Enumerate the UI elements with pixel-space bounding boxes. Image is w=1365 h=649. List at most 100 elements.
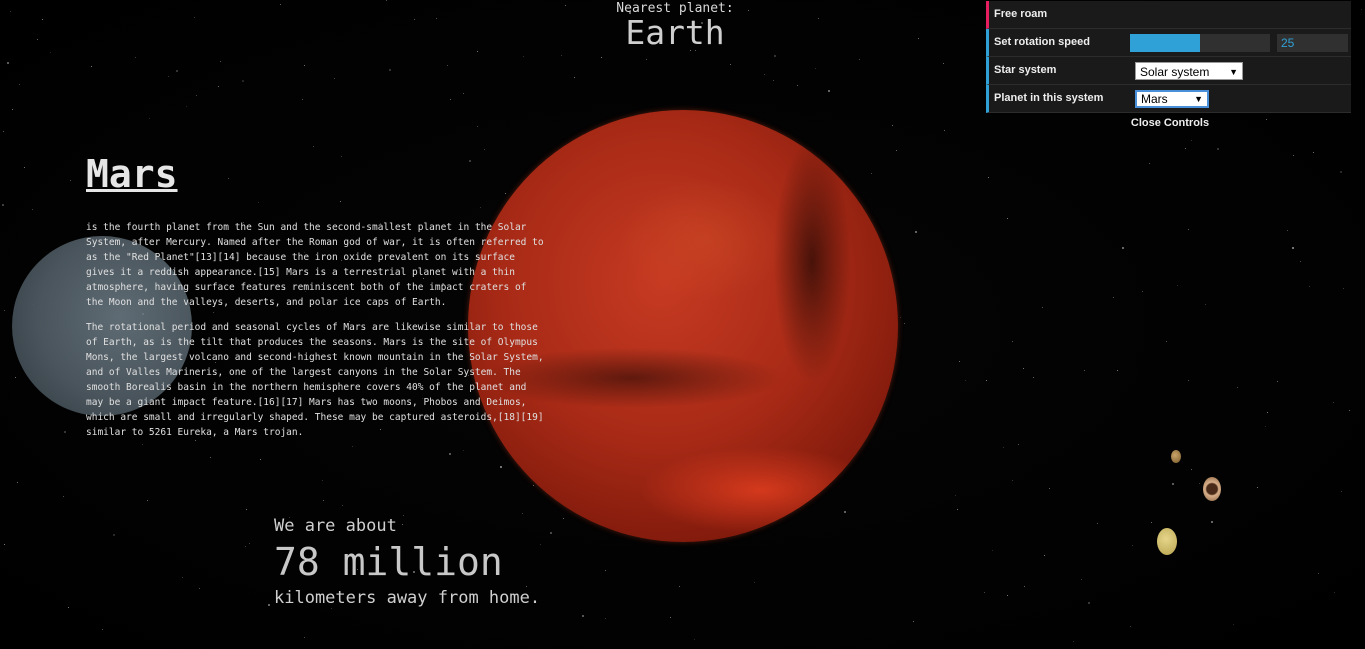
star (896, 150, 897, 151)
moon-3[interactable] (1157, 528, 1177, 555)
star (147, 500, 148, 501)
distance-prefix: We are about (274, 516, 397, 536)
dropdown-arrow-icon: ▼ (1229, 67, 1238, 77)
star (1340, 171, 1342, 173)
star (19, 84, 20, 85)
star (1132, 545, 1133, 546)
star (774, 55, 776, 57)
star (10, 11, 11, 12)
star (1081, 579, 1082, 580)
star (91, 66, 92, 67)
star (1042, 307, 1043, 308)
star (1149, 163, 1150, 164)
star (1233, 624, 1234, 625)
distance-amount: 78 million (274, 540, 503, 584)
star (304, 65, 305, 66)
star (341, 156, 342, 157)
star (210, 457, 211, 458)
star (17, 482, 18, 483)
rotation-speed-slider[interactable] (1130, 34, 1270, 52)
star (1205, 304, 1206, 305)
star (1333, 402, 1334, 403)
star (959, 361, 960, 362)
planet-select-label: Planet in this system (994, 92, 1104, 104)
close-controls-button[interactable]: Close Controls (989, 113, 1351, 133)
star (533, 485, 534, 486)
star (1012, 341, 1013, 342)
rotation-speed-row: Set rotation speed 25 (986, 29, 1351, 57)
star (563, 518, 564, 519)
star (1349, 410, 1350, 411)
star-system-select[interactable]: Solar system ▼ (1135, 62, 1243, 80)
free-roam-button[interactable]: Free roam (986, 1, 1351, 29)
star (245, 546, 246, 547)
star (1237, 387, 1238, 388)
star (342, 505, 343, 506)
star (1191, 469, 1192, 470)
star (1265, 426, 1266, 427)
star (3, 131, 4, 132)
star (322, 480, 323, 481)
star (228, 178, 229, 179)
star (4, 544, 5, 545)
star (1185, 148, 1186, 149)
distance-readout: We are about 78 million kilometers away … (274, 515, 540, 609)
star (258, 202, 259, 203)
star (313, 146, 314, 147)
star (1191, 140, 1192, 141)
star-system-label: Star system (994, 64, 1057, 76)
star (955, 495, 956, 496)
star (797, 85, 798, 86)
star (304, 637, 305, 638)
star (469, 160, 471, 162)
star (334, 78, 335, 79)
star (918, 38, 919, 39)
star (1309, 286, 1310, 287)
moon-1[interactable] (1171, 450, 1181, 463)
star (1088, 602, 1090, 604)
planet-select[interactable]: Mars ▼ (1135, 90, 1209, 108)
star (1199, 483, 1200, 484)
star (1012, 480, 1013, 481)
star (764, 74, 765, 75)
star (436, 18, 437, 19)
dropdown-arrow-icon: ▼ (1194, 94, 1203, 104)
star (15, 377, 16, 378)
star (1023, 368, 1024, 369)
star (605, 570, 606, 571)
star (694, 639, 695, 640)
distance-suffix: kilometers away from home. (274, 588, 541, 608)
star (1341, 491, 1342, 492)
star (1334, 592, 1335, 593)
star (280, 4, 281, 5)
star (1142, 291, 1143, 292)
star (944, 130, 945, 131)
star (12, 109, 13, 110)
star (1049, 488, 1050, 489)
star (1287, 230, 1288, 231)
star (176, 70, 178, 72)
star (1044, 555, 1045, 556)
star (500, 466, 502, 468)
space-scene[interactable]: Nearest planet: Earth Mars is the fourth… (0, 0, 1365, 649)
nearest-planet: Nearest planet: Earth (560, 2, 790, 50)
star (182, 577, 183, 578)
star (68, 607, 69, 608)
star (957, 509, 958, 510)
star (601, 57, 602, 58)
star (605, 618, 606, 619)
star (1361, 9, 1362, 10)
planet-title: Mars (86, 152, 178, 196)
star (63, 496, 64, 497)
rotation-speed-input[interactable]: 25 (1277, 34, 1348, 52)
star (1122, 247, 1124, 249)
star (1177, 285, 1178, 286)
star (1188, 229, 1189, 230)
moon-2[interactable] (1203, 477, 1221, 501)
star (915, 231, 917, 233)
star (1267, 412, 1268, 413)
star (220, 61, 221, 62)
star (1318, 573, 1319, 574)
star (871, 173, 872, 174)
star (561, 55, 562, 56)
